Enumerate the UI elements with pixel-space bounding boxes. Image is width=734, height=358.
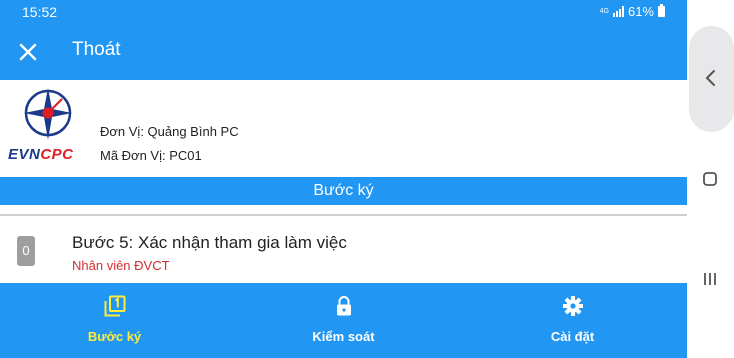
lock-icon [336, 296, 351, 316]
step-title: Bước 5: Xác nhận tham gia làm việc [72, 233, 347, 252]
close-button[interactable] [14, 38, 42, 66]
nav-label: Cài đặt [550, 329, 595, 344]
home-icon [703, 172, 717, 186]
unit-name: Đơn Vị: Quảng Bình PC [100, 124, 239, 139]
network-type-icon: 4G [599, 8, 609, 15]
signal-icon [612, 6, 624, 17]
logo-wordmark: EVNCPC [8, 146, 74, 163]
step-badge: 0 [17, 236, 35, 266]
nav-tab-buoc-ky[interactable]: Bước ký [0, 283, 229, 358]
nav-label: Kiểm soát [312, 329, 375, 344]
gear-icon [562, 296, 583, 316]
unit-code: Mã Đơn Vị: PC01 [100, 148, 202, 163]
app-screen: 15:52 4G 61% Thoát EVNCPC Đơn Vị: Quảng … [0, 0, 687, 358]
bottom-navigation: Bước ký Kiểm soát Cài đặt [0, 283, 687, 358]
back-icon [706, 70, 715, 86]
status-bar: 15:52 4G 61% [0, 0, 687, 24]
section-title: Bước ký [0, 177, 687, 205]
home-button[interactable] [697, 166, 723, 192]
nav-tab-kiem-soat[interactable]: Kiểm soát [229, 283, 458, 358]
status-time: 15:52 [22, 4, 58, 20]
nav-label: Bước ký [87, 329, 142, 344]
battery-icon [658, 4, 665, 17]
app-bar: Thoát [0, 24, 687, 80]
battery-percent: 61% [627, 4, 654, 19]
divider [0, 214, 687, 216]
step-subtitle: Nhân viên ĐVCT [72, 258, 170, 273]
recents-icon [704, 273, 716, 285]
filter-1-icon [104, 295, 125, 317]
recents-button[interactable] [697, 266, 723, 292]
evncpc-logo: EVNCPC [6, 86, 92, 168]
back-button[interactable] [689, 26, 734, 132]
evn-star-logo [24, 88, 72, 140]
app-bar-title[interactable]: Thoát [72, 39, 121, 61]
nav-tab-cai-dat[interactable]: Cài đặt [458, 283, 687, 358]
status-icons: 4G 61% [600, 4, 665, 19]
close-icon [19, 43, 37, 61]
